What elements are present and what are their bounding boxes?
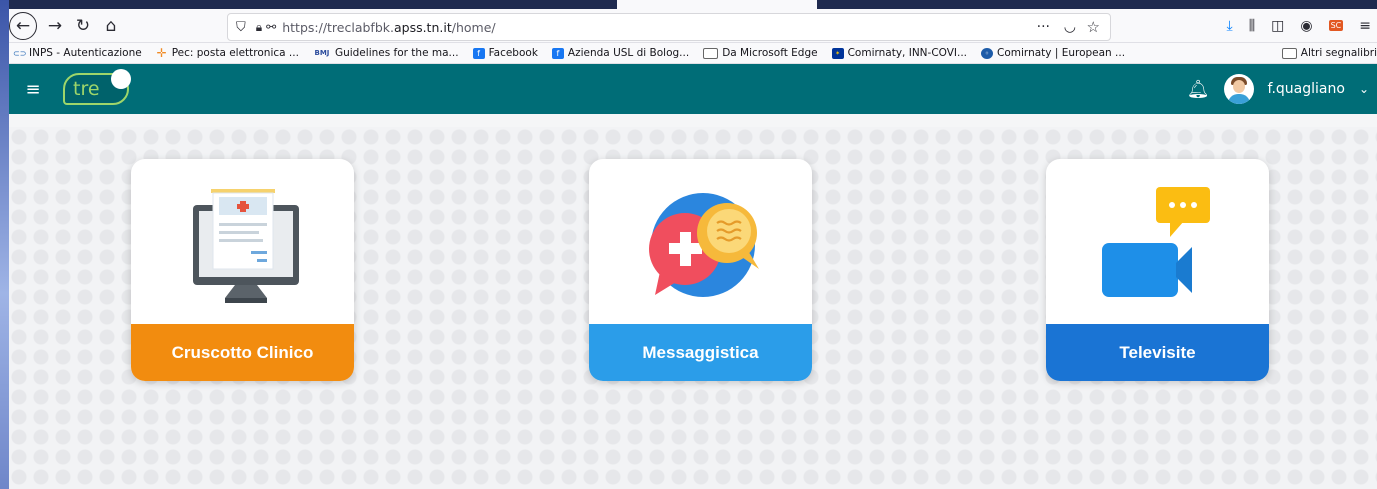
bookmark-label: Comirnaty, INN-COVI... (847, 47, 968, 59)
bookmark-item[interactable]: f Azienda USL di Bolog... (551, 47, 690, 59)
pocket-icon[interactable]: ◡ (1064, 19, 1076, 35)
home-button[interactable]: ⌂ (97, 12, 125, 40)
back-button[interactable]: ← (9, 11, 37, 40)
toolbar-right-icons: ⤓ ⫼ ◫ ◉ SC ≡ (1226, 9, 1377, 42)
account-icon[interactable]: ◉ (1300, 18, 1312, 34)
card-label[interactable]: Messaggistica (589, 324, 812, 381)
library-icon[interactable]: ⫼ (1249, 18, 1255, 34)
bookmark-item[interactable]: ◦ Comirnaty | European ... (981, 47, 1125, 59)
clinical-dashboard-monitor-icon (131, 159, 354, 324)
bookmark-item[interactable]: f Facebook (472, 47, 538, 59)
home-icon: ⌂ (105, 15, 117, 36)
bookmark-item[interactable]: Da Microsoft Edge (703, 47, 818, 59)
browser-window: ← → ↻ ⌂ ⛉ 🔒︎ ⚯ https://treclabfbk.apss.t… (9, 0, 1377, 489)
bookmark-item[interactable]: BMJ Guidelines for the ma... (313, 47, 459, 59)
inps-icon: ⊂⊃ (13, 48, 27, 58)
arrow-left-icon: ← (15, 15, 31, 36)
active-tab[interactable] (617, 0, 817, 9)
bmj-icon: BMJ (314, 48, 330, 57)
avatar-coat (1227, 94, 1250, 104)
card-messaggistica[interactable]: Messaggistica (589, 159, 812, 381)
bookmark-label: Da Microsoft Edge (722, 47, 818, 59)
trec-logo[interactable]: tre (63, 69, 131, 105)
bookmark-label: Pec: posta elettronica ... (171, 47, 299, 59)
url-text[interactable]: https://treclabfbk.apss.tn.it/home/ (282, 20, 495, 35)
avatar[interactable] (1223, 74, 1254, 104)
desktop-background-edge (0, 0, 9, 489)
reload-button[interactable]: ↻ (69, 12, 97, 40)
bookmark-label: INPS - Autenticazione (29, 47, 142, 59)
bookmark-label: Comirnaty | European ... (997, 47, 1126, 59)
app-header: ≡ tre 🔔︎ f.quagliano ⌄ (9, 64, 1377, 114)
address-bar[interactable]: ⛉ 🔒︎ ⚯ https://treclabfbk.apss.tn.it/hom… (227, 13, 1111, 41)
header-right: 🔔︎ f.quagliano ⌄ (1187, 64, 1369, 114)
bookmark-item[interactable]: ✶ Comirnaty, INN-COVI... (831, 47, 968, 59)
bookmarks-toolbar: ⊂⊃ INPS - Autenticazione ✛ Pec: posta elet… (9, 43, 1377, 64)
bookmark-item[interactable]: ⊂⊃ INPS - Autenticazione (13, 47, 142, 59)
card-televisite[interactable]: Televisite (1046, 159, 1269, 381)
url-domain: apss.tn.it (393, 19, 452, 35)
tab-strip (9, 0, 1377, 9)
bell-icon[interactable]: 🔔︎ (1187, 79, 1210, 100)
card-label[interactable]: Televisite (1046, 324, 1269, 381)
video-camera-icon (1046, 159, 1269, 324)
other-bookmarks[interactable]: Altri segnalibri (1281, 43, 1377, 63)
page-actions-button[interactable]: ··· (1037, 19, 1050, 35)
arrow-right-icon: → (47, 15, 63, 36)
other-bookmarks-label: Altri segnalibri (1300, 47, 1377, 59)
card-label[interactable]: Cruscotto Clinico (131, 324, 354, 381)
ema-icon: ◦ (981, 47, 994, 59)
home-content: Cruscotto Clinico Messaggistica Televisi… (9, 127, 1377, 489)
download-icon[interactable]: ⤓ (1226, 18, 1232, 34)
facebook-icon: f (551, 47, 564, 59)
hamburger-menu-icon[interactable]: ≡ (19, 75, 47, 103)
pec-icon: ✛ (156, 45, 167, 60)
logo-text: tre (73, 78, 100, 100)
bookmark-label: Azienda USL di Bolog... (567, 47, 690, 59)
menu-icon[interactable]: ≡ (1359, 18, 1371, 34)
forward-button[interactable]: → (41, 12, 69, 40)
url-prefix: https://treclabfbk. (282, 19, 394, 35)
username[interactable]: f.quagliano (1268, 81, 1345, 97)
bookmark-label: Guidelines for the ma... (334, 47, 459, 59)
folder-icon (703, 47, 719, 59)
bookmark-label: Facebook (488, 47, 538, 59)
chevron-down-icon[interactable]: ⌄ (1359, 82, 1369, 96)
eu-flag-icon: ✶ (831, 47, 844, 59)
url-path: /home/ (451, 19, 496, 35)
card-cruscotto-clinico[interactable]: Cruscotto Clinico (131, 159, 354, 381)
reload-icon: ↻ (75, 15, 91, 36)
sidebar-icon[interactable]: ◫ (1271, 18, 1284, 34)
permissions-icon[interactable]: ⚯ (266, 20, 276, 34)
chat-bubbles-icon (589, 159, 812, 324)
extension-icon[interactable]: SC (1328, 20, 1344, 31)
facebook-icon: f (472, 47, 485, 59)
navigation-toolbar: ← → ↻ ⌂ ⛉ 🔒︎ ⚯ https://treclabfbk.apss.t… (9, 9, 1377, 43)
star-bookmark-icon[interactable]: ☆ (1087, 18, 1100, 36)
avatar-face (1232, 80, 1245, 93)
lock-icon[interactable]: 🔒︎ (256, 20, 262, 35)
logo-dot (111, 69, 131, 89)
folder-icon (1281, 47, 1297, 59)
bookmark-item[interactable]: ✛ Pec: posta elettronica ... (156, 45, 299, 60)
shield-icon[interactable]: ⛉ (236, 20, 246, 35)
